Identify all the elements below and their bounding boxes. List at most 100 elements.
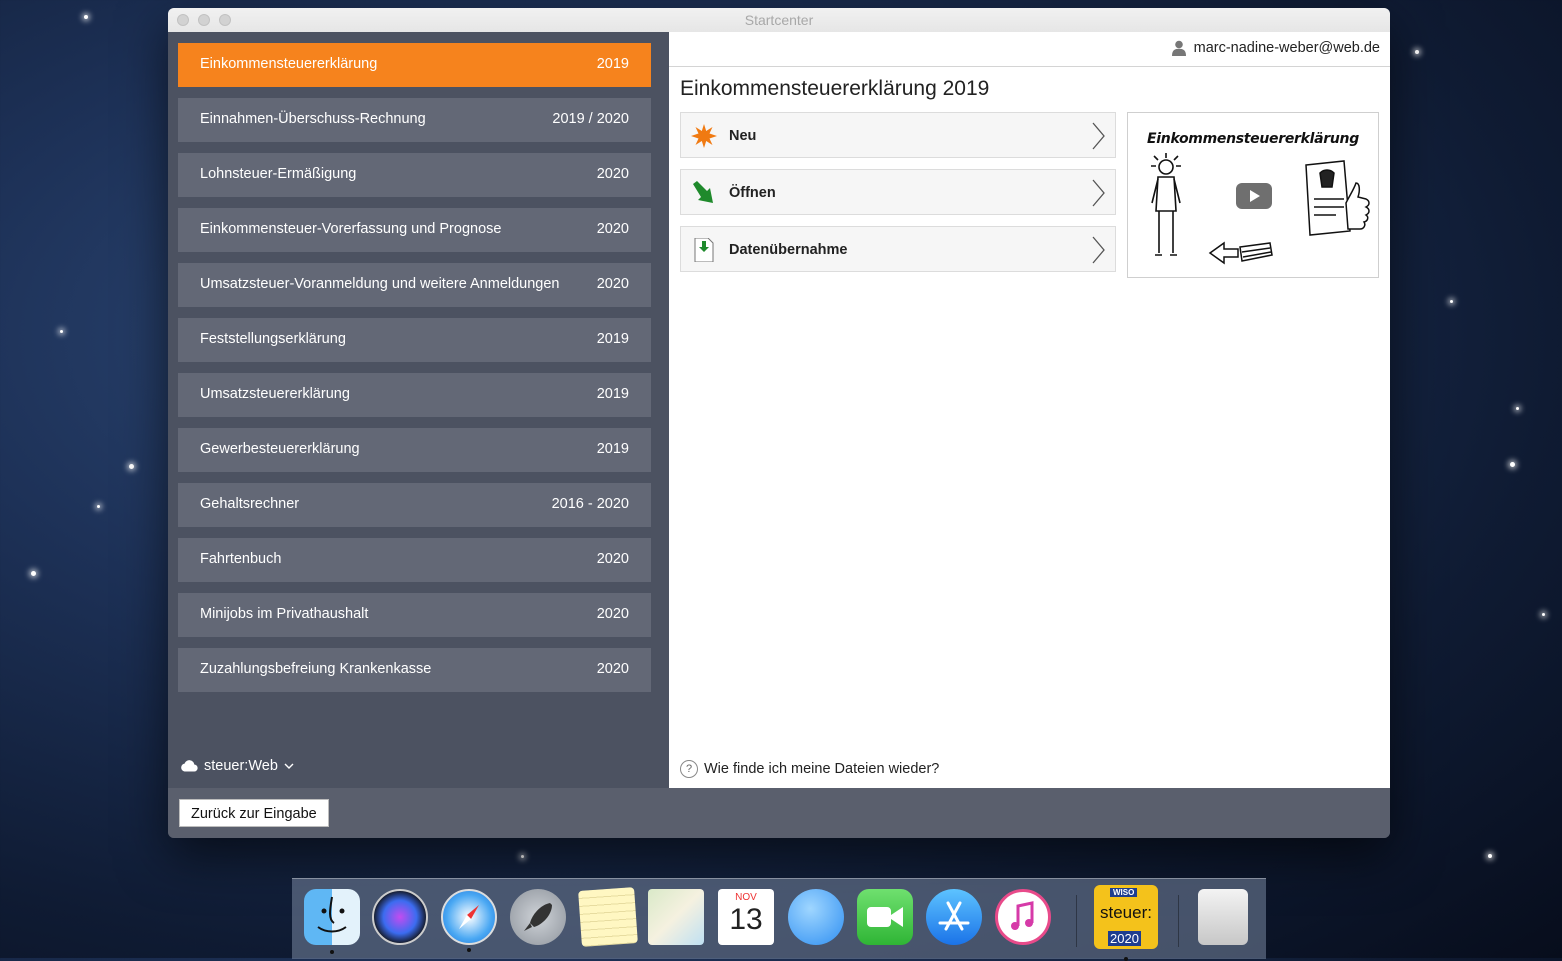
- sidebar-item[interactable]: Einkommensteuer-Vorerfassung und Prognos…: [178, 208, 651, 252]
- sidebar-item-year: 2019: [596, 331, 629, 347]
- play-button[interactable]: [1236, 183, 1272, 209]
- sidebar-item[interactable]: Feststellungserklärung 2019: [178, 318, 651, 362]
- video-title: Einkommensteuererklärung: [1147, 131, 1359, 147]
- sidebar-item-label: Umsatzsteuer-Voranmeldung und weitere An…: [200, 276, 560, 292]
- tax-document-illustration: [1305, 160, 1370, 236]
- wiso-brand: WISO: [1110, 888, 1138, 897]
- star: [60, 330, 63, 333]
- chevron-right-icon: [1092, 179, 1105, 207]
- money-arrow-illustration: [1208, 241, 1273, 265]
- sidebar-item[interactable]: Umsatzsteuer-Voranmeldung und weitere An…: [178, 263, 651, 307]
- help-link-label: Wie finde ich meine Dateien wieder?: [704, 761, 940, 777]
- storage-selector[interactable]: steuer:Web: [180, 758, 294, 774]
- safari-icon[interactable]: [441, 889, 497, 952]
- sidebar-item-year: 2020: [596, 661, 629, 677]
- notes-icon[interactable]: [578, 887, 638, 947]
- sidebar-item-year: 2020: [596, 606, 629, 622]
- finder-icon[interactable]: [304, 889, 360, 954]
- sidebar-item-label: Umsatzsteuererklärung: [200, 386, 350, 402]
- sidebar-item-year: 2020: [596, 221, 629, 237]
- star: [1516, 407, 1519, 410]
- star: [31, 571, 36, 576]
- back-to-input-button[interactable]: Zurück zur Eingabe: [179, 799, 329, 827]
- dock-separator: [1076, 895, 1077, 947]
- play-icon: [1250, 190, 1260, 202]
- import-document-icon: [694, 238, 714, 262]
- star: [1415, 50, 1419, 54]
- window-titlebar[interactable]: Startcenter: [168, 8, 1390, 33]
- dock-separator: [1178, 895, 1179, 947]
- sidebar-item-year: 2019: [596, 441, 629, 457]
- sidebar-item-label: Zuzahlungsbefreiung Krankenkasse: [200, 661, 432, 677]
- app-store-glyph: [938, 901, 970, 931]
- main-panel: marc-nadine-weber@web.de Einkommensteuer…: [669, 32, 1390, 788]
- cloud-icon: [181, 760, 198, 772]
- sidebar-item[interactable]: Gehaltsrechner 2016 - 2020: [178, 483, 651, 527]
- sidebar-item-label: Einkommensteuererklärung: [200, 56, 378, 72]
- calendar-icon[interactable]: NOV 13: [718, 889, 774, 945]
- sidebar-item-label: Minijobs im Privathaushalt: [200, 606, 369, 622]
- chevron-right-icon: [1092, 122, 1105, 150]
- sidebar-item[interactable]: Gewerbesteuererklärung 2019: [178, 428, 651, 472]
- star: [129, 464, 134, 469]
- new-button[interactable]: Neu: [680, 112, 1116, 158]
- storage-selector-label: steuer:Web: [204, 758, 278, 774]
- siri-icon[interactable]: [372, 889, 428, 945]
- question-mark-icon: ?: [680, 760, 698, 778]
- app-store-icon[interactable]: [926, 889, 982, 945]
- user-account[interactable]: marc-nadine-weber@web.de: [1171, 40, 1380, 56]
- star: [521, 855, 524, 858]
- itunes-icon[interactable]: [995, 889, 1051, 945]
- sidebar-item-year: 2019: [596, 56, 629, 72]
- bottom-bar: Zurück zur Eingabe: [168, 788, 1390, 838]
- facetime-icon[interactable]: [857, 889, 913, 945]
- sidebar: Einkommensteuererklärung 2019 Einnahmen-Üb…: [168, 32, 669, 788]
- help-link[interactable]: ? Wie finde ich meine Dateien wieder?: [680, 760, 939, 778]
- sidebar-item-year: 2019: [596, 386, 629, 402]
- video-camera-glyph: [867, 907, 903, 927]
- sidebar-item[interactable]: Minijobs im Privathaushalt 2020: [178, 593, 651, 637]
- sidebar-item[interactable]: Umsatzsteuererklärung 2019: [178, 373, 651, 417]
- sidebar-item-label: Lohnsteuer-Ermäßigung: [200, 166, 357, 182]
- user-email: marc-nadine-weber@web.de: [1193, 40, 1380, 56]
- dock: NOV 13 WISO steuer: 2020: [292, 878, 1266, 961]
- sidebar-item-label: Einkommensteuer-Vorerfassung und Prognos…: [200, 221, 502, 237]
- trash-icon[interactable]: [1198, 889, 1248, 945]
- sidebar-item-year: 2016 - 2020: [551, 496, 629, 512]
- messages-icon[interactable]: [788, 889, 844, 945]
- rocket-glyph: [524, 903, 552, 931]
- sidebar-item-label: Gewerbesteuererklärung: [200, 441, 360, 457]
- startcenter-window: Startcenter Einkommensteuererklärung 2019…: [168, 8, 1390, 838]
- sidebar-item-label: Einnahmen-Überschuss-Rechnung: [200, 111, 426, 127]
- user-icon: [1171, 40, 1186, 56]
- sidebar-item-label: Fahrtenbuch: [200, 551, 282, 567]
- running-indicator: [330, 950, 334, 954]
- sidebar-item-label: Gehaltsrechner: [200, 496, 300, 512]
- import-button[interactable]: Datenübernahme: [680, 226, 1116, 272]
- music-note-glyph: [1011, 901, 1034, 930]
- sidebar-item[interactable]: Fahrtenbuch 2020: [178, 538, 651, 582]
- sidebar-item-year: 2020: [596, 276, 629, 292]
- wiso-steuer-icon[interactable]: WISO steuer: 2020: [1094, 885, 1158, 961]
- open-button-label: Öffnen: [729, 185, 776, 201]
- new-button-label: Neu: [729, 128, 757, 144]
- sidebar-item-year: 2020: [596, 551, 629, 567]
- wiso-name: steuer:: [1100, 903, 1152, 922]
- sidebar-item[interactable]: Lohnsteuer-Ermäßigung 2020: [178, 153, 651, 197]
- sidebar-item[interactable]: Einkommensteuererklärung 2019: [178, 43, 651, 87]
- launchpad-icon[interactable]: [510, 889, 566, 945]
- wiso-year: 2020: [1108, 931, 1141, 946]
- star: [1450, 300, 1453, 303]
- window-title: Startcenter: [744, 12, 814, 28]
- star: [1488, 854, 1492, 858]
- star: [1542, 613, 1545, 616]
- open-button[interactable]: Öffnen: [680, 169, 1116, 215]
- open-arrow-icon: [693, 181, 713, 203]
- sidebar-item[interactable]: Zuzahlungsbefreiung Krankenkasse 2020: [178, 648, 651, 692]
- page-title: Einkommensteuererklärung 2019: [680, 77, 990, 100]
- chevron-down-icon: [284, 763, 294, 769]
- user-bar: marc-nadine-weber@web.de: [669, 32, 1390, 67]
- tutorial-video[interactable]: Einkommensteuererklärung: [1127, 112, 1379, 278]
- maps-icon[interactable]: [648, 889, 704, 945]
- sidebar-item[interactable]: Einnahmen-Überschuss-Rechnung 2019 / 2020: [178, 98, 651, 142]
